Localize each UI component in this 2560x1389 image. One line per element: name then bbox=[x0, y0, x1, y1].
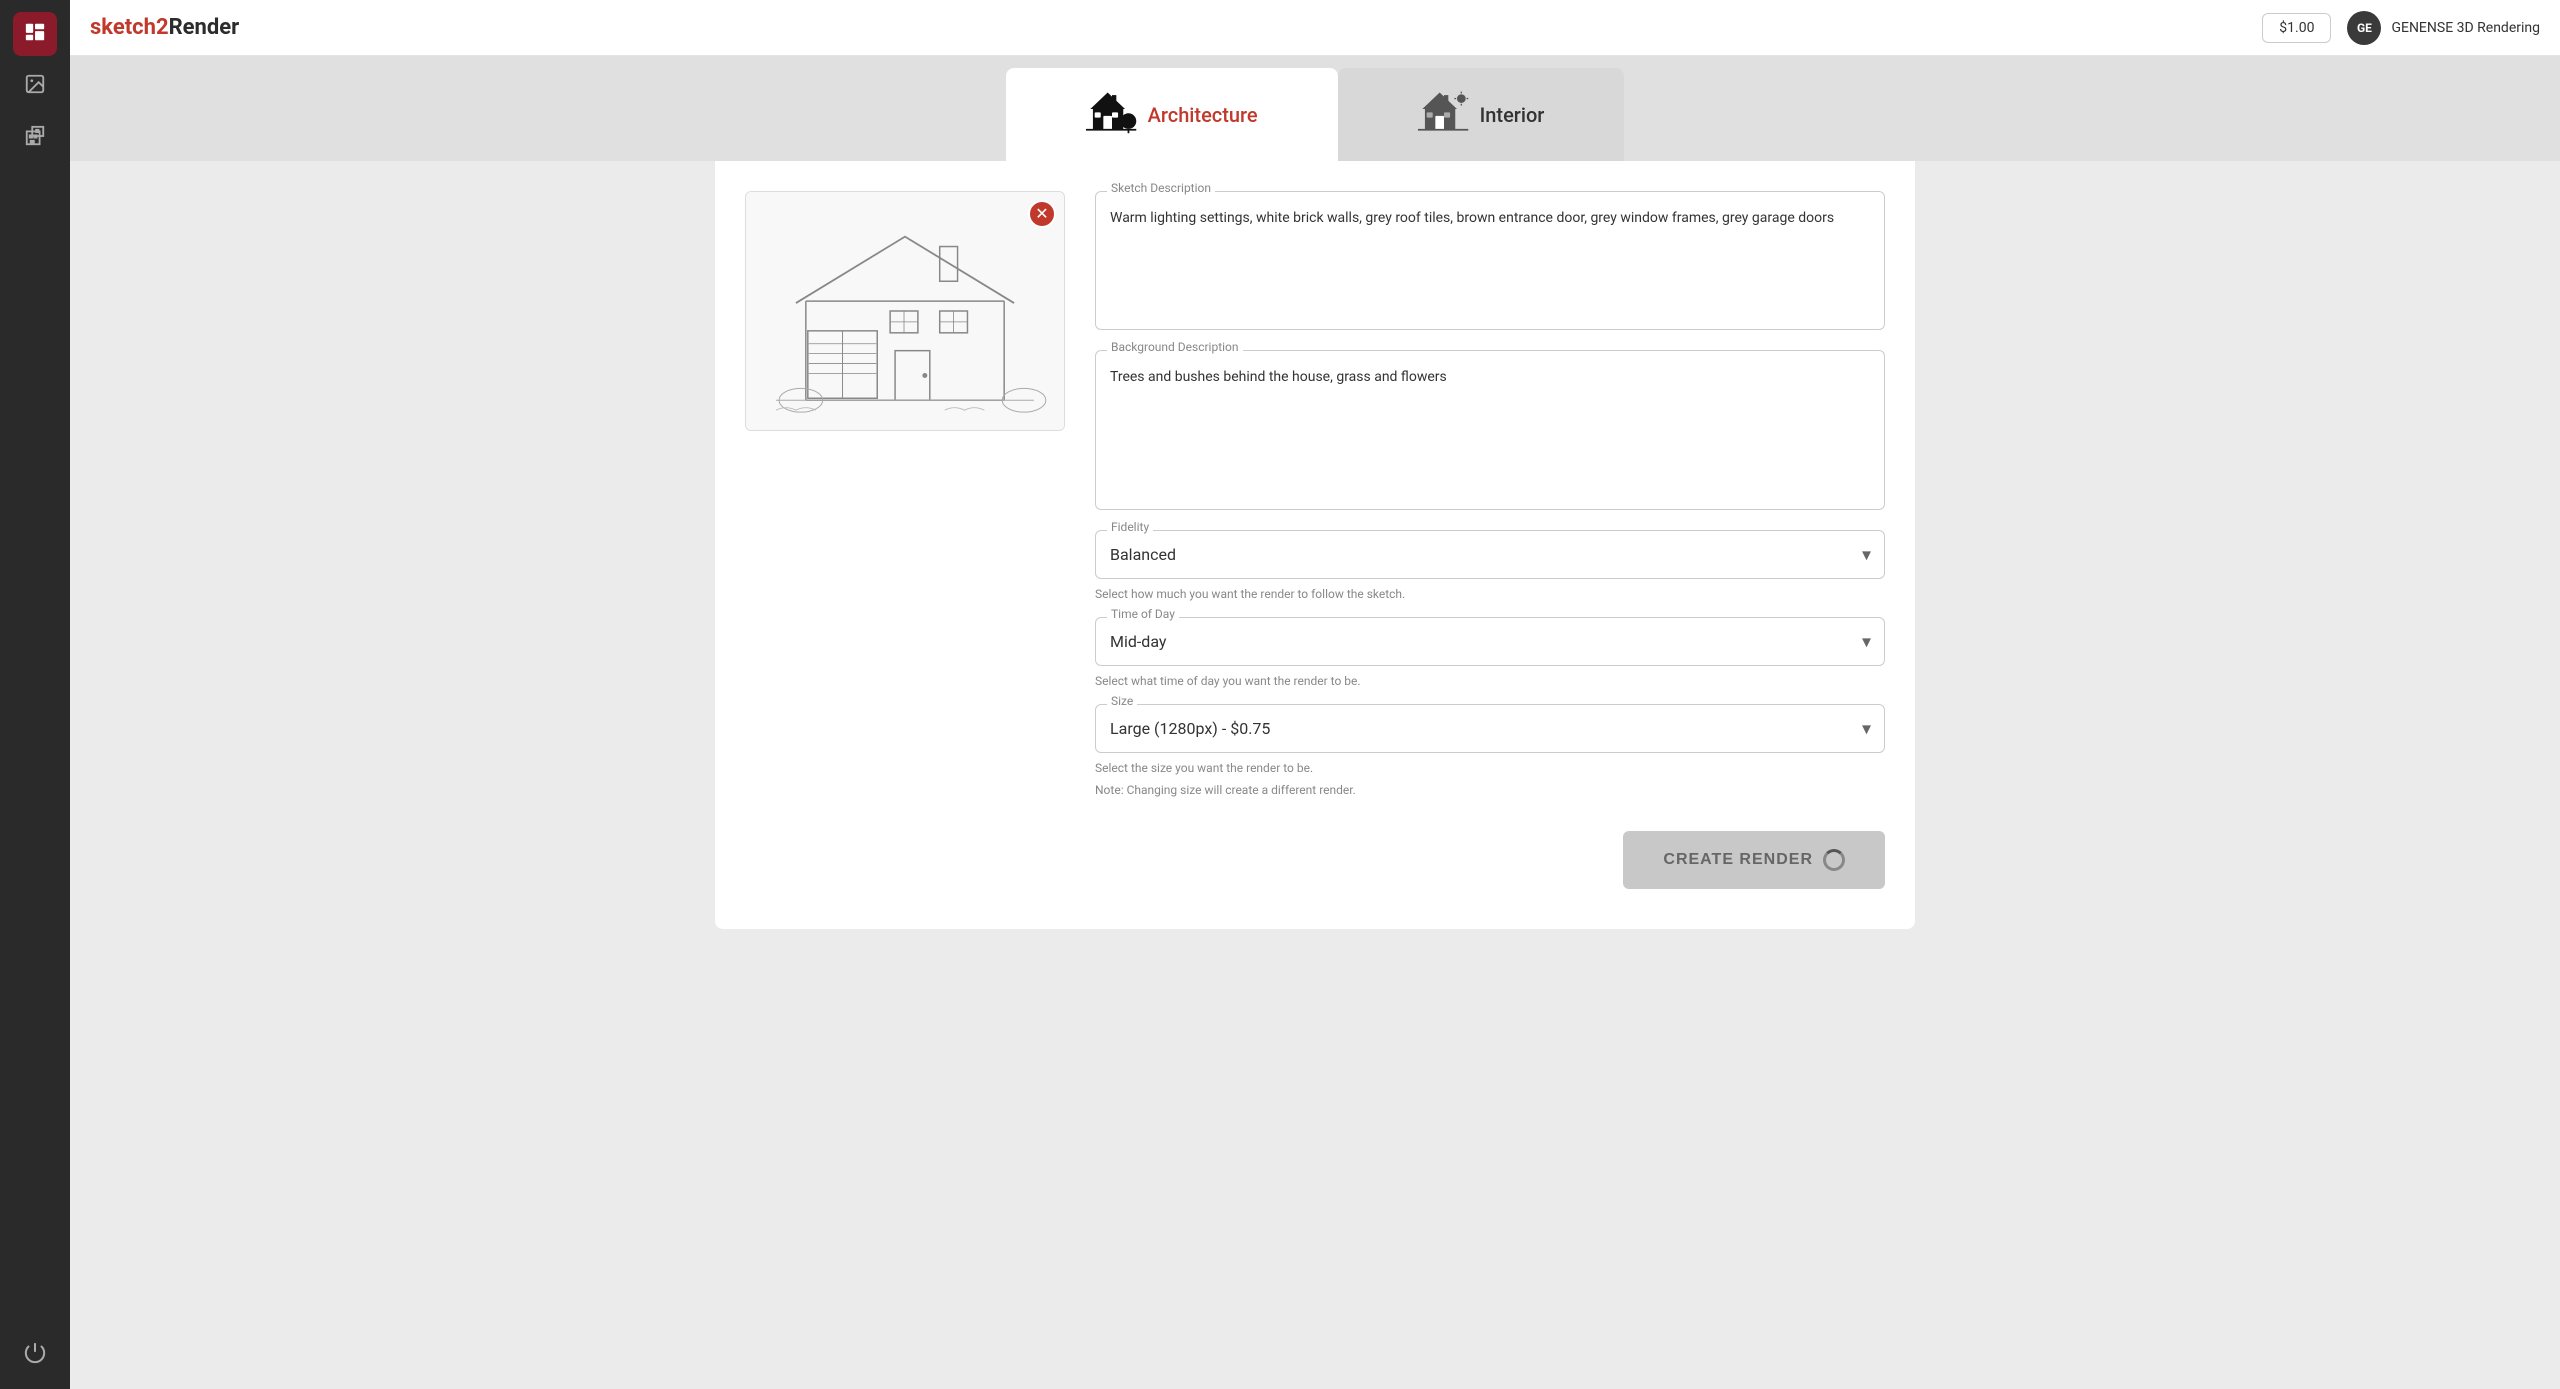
sidebar-item-home[interactable] bbox=[13, 12, 57, 56]
time-of-day-select[interactable]: Mid-day Morning Evening Night bbox=[1095, 617, 1885, 666]
size-label: Size bbox=[1107, 694, 1137, 708]
background-description-input[interactable] bbox=[1095, 350, 1885, 510]
time-of-day-group: Time of Day Mid-day Morning Evening Nigh… bbox=[1095, 617, 1885, 666]
time-of-day-select-wrapper: Mid-day Morning Evening Night ▾ bbox=[1095, 617, 1885, 666]
architecture-icon bbox=[1086, 86, 1138, 143]
fidelity-select[interactable]: Balanced High Low bbox=[1095, 530, 1885, 579]
fidelity-hint: Select how much you want the render to f… bbox=[1095, 587, 1885, 601]
tab-architecture-label: Architecture bbox=[1148, 103, 1258, 127]
user-name: GENENSE 3D Rendering bbox=[2391, 20, 2540, 36]
create-render-button[interactable]: CREATE RENDER bbox=[1623, 831, 1885, 889]
fidelity-label: Fidelity bbox=[1107, 520, 1153, 534]
logo-sketch: sketch bbox=[90, 15, 156, 40]
tab-bar: Architecture bbox=[70, 56, 2560, 161]
sidebar-item-power[interactable] bbox=[13, 1333, 57, 1377]
sidebar-item-building[interactable] bbox=[13, 116, 57, 160]
app-header: sketch2Render $1.00 GE GENENSE 3D Render… bbox=[70, 0, 2560, 56]
create-render-label: CREATE RENDER bbox=[1663, 851, 1813, 869]
sketch-area: ✕ bbox=[745, 191, 1065, 431]
tab-architecture[interactable]: Architecture bbox=[1006, 68, 1338, 161]
sketch-description-label: Sketch Description bbox=[1107, 181, 1215, 195]
size-hint-2: Note: Changing size will create a differ… bbox=[1095, 783, 1885, 797]
content-area: Architecture bbox=[70, 56, 2560, 1389]
bottom-row: CREATE RENDER bbox=[1095, 823, 1885, 889]
background-description-label: Background Description bbox=[1107, 340, 1243, 354]
logo-two: 2 bbox=[156, 15, 169, 40]
header-right: $1.00 GE GENENSE 3D Rendering bbox=[2262, 11, 2540, 45]
sketch-image-box: ✕ bbox=[745, 191, 1065, 431]
form-layout: ✕ Sketch Description Background Descript… bbox=[745, 191, 1885, 889]
home-icon bbox=[24, 21, 46, 47]
loading-spinner bbox=[1823, 849, 1845, 871]
sidebar-item-gallery[interactable] bbox=[13, 64, 57, 108]
interior-icon bbox=[1418, 86, 1470, 143]
main-content: sketch2Render $1.00 GE GENENSE 3D Render… bbox=[70, 0, 2560, 1389]
avatar: GE bbox=[2347, 11, 2381, 45]
sketch-description-group: Sketch Description bbox=[1095, 191, 1885, 334]
form-wrapper: ✕ Sketch Description Background Descript… bbox=[715, 161, 1915, 929]
time-of-day-hint: Select what time of day you want the ren… bbox=[1095, 674, 1885, 688]
form-fields: Sketch Description Background Descriptio… bbox=[1095, 191, 1885, 889]
size-select-wrapper: Small (640px) - $0.25 Medium (960px) - $… bbox=[1095, 704, 1885, 753]
tab-interior[interactable]: Interior bbox=[1338, 68, 1625, 161]
fidelity-group: Fidelity Balanced High Low ▾ bbox=[1095, 530, 1885, 579]
user-info: GE GENENSE 3D Rendering bbox=[2347, 11, 2540, 45]
credit-display: $1.00 bbox=[2262, 13, 2331, 43]
remove-sketch-button[interactable]: ✕ bbox=[1028, 200, 1056, 228]
background-description-group: Background Description bbox=[1095, 350, 1885, 514]
power-icon bbox=[24, 1342, 46, 1368]
logo-render: Render bbox=[169, 15, 240, 40]
gallery-icon bbox=[24, 73, 46, 99]
sidebar bbox=[0, 0, 70, 1389]
fidelity-select-wrapper: Balanced High Low ▾ bbox=[1095, 530, 1885, 579]
size-select[interactable]: Small (640px) - $0.25 Medium (960px) - $… bbox=[1095, 704, 1885, 753]
building-icon bbox=[24, 125, 46, 151]
app-logo: sketch2Render bbox=[90, 15, 239, 40]
tab-interior-label: Interior bbox=[1480, 103, 1545, 127]
size-group: Size Small (640px) - $0.25 Medium (960px… bbox=[1095, 704, 1885, 753]
house-sketch-svg bbox=[746, 192, 1064, 430]
time-of-day-label: Time of Day bbox=[1107, 607, 1179, 621]
size-hint-1: Select the size you want the render to b… bbox=[1095, 761, 1885, 775]
sketch-description-input[interactable] bbox=[1095, 191, 1885, 330]
